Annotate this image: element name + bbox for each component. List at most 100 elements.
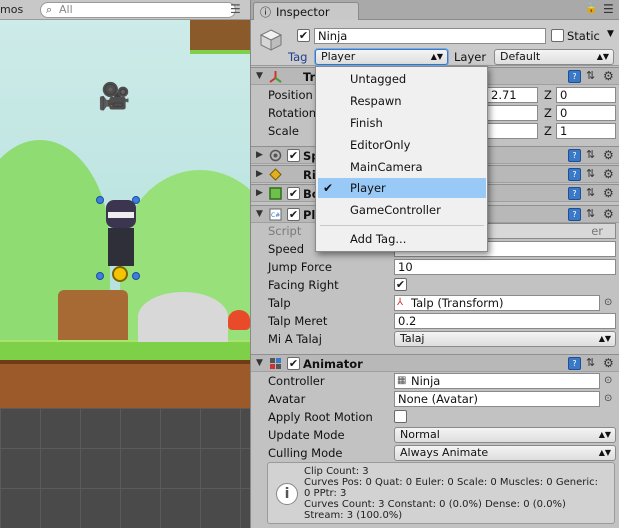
rotation-z-field[interactable]: 0 (556, 105, 616, 121)
preset-icon[interactable]: ⇅ (586, 69, 595, 82)
rock (138, 292, 228, 342)
svg-text:C#: C# (271, 212, 280, 219)
animator-header[interactable]: ▼ ✔ Animator ? ⇅ ⚙ (251, 354, 619, 372)
position-z-label: Z (544, 88, 552, 102)
fold-closed-icon[interactable]: ▶ (256, 188, 263, 198)
rotation-z-label: Z (544, 106, 552, 120)
lock-icon[interactable]: 🔒 (585, 3, 597, 14)
layer-dropdown[interactable]: Default ▲▼ (494, 49, 614, 65)
help-book-icon[interactable]: ? (568, 149, 581, 162)
help-book-icon[interactable]: ? (568, 70, 581, 83)
culling-mode-label: Culling Mode (268, 446, 343, 460)
avatar-field[interactable]: None (Avatar) (394, 391, 600, 407)
selection-handle[interactable] (132, 272, 140, 280)
info-icon: ⓘ (260, 6, 271, 19)
tab-inspector[interactable]: ⓘ Inspector (253, 2, 359, 20)
controller-field[interactable]: ▦ Ninja (394, 373, 600, 389)
menu-item-respawn[interactable]: Respawn (318, 91, 486, 111)
ninja-body (108, 228, 134, 266)
facing-right-checkbox[interactable]: ✔ (394, 278, 407, 291)
menu-item-editoronly[interactable]: EditorOnly (318, 135, 486, 155)
mi-a-talaj-dropdown[interactable]: Talaj ▲▼ (394, 331, 616, 347)
position-z-field[interactable]: 0 (556, 87, 616, 103)
help-book-icon[interactable]: ? (568, 168, 581, 181)
gear-icon[interactable]: ⚙ (603, 167, 614, 181)
component-name: Pl (303, 208, 316, 222)
info-line: Curves Count: 3 Constant: 0 (0.0%) Dense… (304, 499, 566, 510)
menu-icon[interactable]: ☰ (603, 2, 614, 16)
fold-open-icon[interactable]: ▼ (256, 71, 263, 81)
menu-icon[interactable]: ☰ (230, 2, 241, 16)
info-icon: i (276, 483, 298, 505)
dropdown-arrow-icon: ▲▼ (430, 52, 443, 61)
menu-item-maincamera[interactable]: MainCamera (318, 157, 486, 177)
mi-a-talaj-label: Mi A Talaj (268, 332, 322, 346)
object-picker-icon[interactable]: ⊙ (604, 297, 612, 308)
gear-icon[interactable]: ⚙ (603, 69, 614, 83)
component-enabled-checkbox[interactable]: ✔ (287, 149, 300, 162)
jump-force-field[interactable]: 10 (394, 259, 616, 275)
selection-handle[interactable] (96, 272, 104, 280)
fold-open-icon[interactable]: ▼ (256, 358, 263, 368)
active-checkbox[interactable]: ✔ (297, 29, 310, 42)
scale-y-field[interactable] (487, 123, 538, 139)
info-line: Stream: 3 (100.0%) (304, 510, 403, 521)
tab-inspector-label: Inspector (276, 5, 330, 19)
fold-open-icon[interactable]: ▼ (256, 209, 263, 219)
talp-field[interactable]: ⅄ Talp (Transform) (394, 295, 600, 311)
gizmos-label[interactable]: mos (0, 3, 23, 16)
object-picker-icon[interactable]: ⊙ (604, 375, 612, 386)
cube-icon (259, 29, 283, 51)
menu-item-player[interactable]: ✔ Player (318, 178, 486, 198)
menu-item-add-tag[interactable]: Add Tag... (318, 229, 486, 249)
preset-icon[interactable]: ⇅ (586, 148, 595, 161)
culling-mode-dropdown[interactable]: Always Animate ▲▼ (394, 445, 616, 461)
chevron-down-icon[interactable]: ▼ (607, 29, 614, 39)
apply-root-motion-checkbox[interactable] (394, 410, 407, 423)
fold-closed-icon[interactable]: ▶ (256, 169, 263, 179)
object-picker-icon[interactable]: ⊙ (604, 393, 612, 404)
scene-view[interactable]: 🎥 mos ⌕ All ☰ (0, 0, 250, 528)
object-name-field[interactable]: Ninja (314, 28, 546, 44)
selection-handle[interactable] (132, 196, 140, 204)
preset-icon[interactable]: ⇅ (586, 356, 595, 369)
help-book-icon[interactable]: ? (568, 187, 581, 200)
menu-item-untagged[interactable]: Untagged (318, 69, 486, 89)
ninja-sprite[interactable] (104, 200, 138, 276)
gear-icon[interactable]: ⚙ (603, 356, 614, 370)
rigidbody-icon (269, 168, 282, 181)
scale-z-field[interactable]: 1 (556, 123, 616, 139)
talp-label: Talp (268, 296, 291, 310)
scene-toolbar: mos ⌕ All ☰ (0, 0, 250, 20)
gear-icon[interactable]: ⚙ (603, 148, 614, 162)
menu-item-label: GameController (350, 203, 441, 217)
static-checkbox[interactable] (551, 29, 564, 42)
transform-icon (269, 71, 282, 83)
move-gizmo[interactable] (112, 266, 128, 282)
menu-item-finish[interactable]: Finish (318, 113, 486, 133)
tag-dropdown[interactable]: Player ▲▼ (315, 49, 448, 65)
preset-icon[interactable]: ⇅ (586, 186, 595, 199)
preset-icon[interactable]: ⇅ (586, 207, 595, 220)
talp-meret-field[interactable]: 0.2 (394, 313, 616, 329)
component-enabled-checkbox[interactable]: ✔ (287, 187, 300, 200)
check-icon: ✔ (323, 181, 334, 195)
camera-icon[interactable]: 🎥 (98, 82, 130, 112)
gear-icon[interactable]: ⚙ (603, 207, 614, 221)
help-book-icon[interactable]: ? (568, 208, 581, 221)
gear-icon[interactable]: ⚙ (603, 186, 614, 200)
component-enabled-checkbox[interactable]: ✔ (287, 357, 300, 370)
fold-closed-icon[interactable]: ▶ (256, 150, 263, 160)
update-mode-dropdown[interactable]: Normal ▲▼ (394, 427, 616, 443)
component-enabled-checkbox[interactable]: ✔ (287, 208, 300, 221)
facing-right-label: Facing Right (268, 278, 339, 292)
position-y-field[interactable]: 2.71 (487, 87, 538, 103)
layer-label: Layer (454, 50, 487, 64)
selection-handle[interactable] (96, 196, 104, 204)
rotation-y-field[interactable] (487, 105, 538, 121)
controller-value: Ninja (411, 374, 441, 388)
scene-search-input[interactable]: ⌕ All (40, 2, 236, 18)
menu-item-gamecontroller[interactable]: GameController (318, 200, 486, 220)
help-book-icon[interactable]: ? (568, 357, 581, 370)
preset-icon[interactable]: ⇅ (586, 167, 595, 180)
